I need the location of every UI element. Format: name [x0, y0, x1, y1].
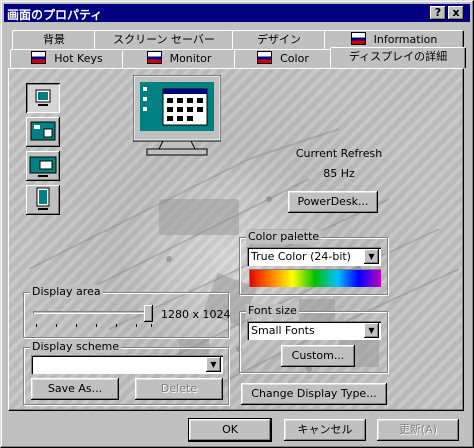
display-card-icon: [350, 32, 366, 45]
resolution-slider[interactable]: [31, 305, 155, 329]
monitor-small-icon: [35, 89, 51, 106]
font-size-value: Small Fonts: [251, 324, 315, 337]
display-scheme-select[interactable]: ▼: [31, 355, 223, 374]
resolution-value: 1280 x 1024: [161, 308, 231, 321]
delete-button[interactable]: Delete: [135, 378, 223, 400]
powerdesk-button[interactable]: PowerDesk...: [288, 191, 378, 213]
desktop-icon: [30, 121, 56, 141]
help-button[interactable]: ?: [430, 6, 446, 20]
title-bar[interactable]: 画面のプロパティ ? x: [4, 4, 470, 22]
tab-label: Monitor: [169, 52, 212, 65]
tab-design[interactable]: デザイン: [232, 30, 326, 49]
chevron-down-icon[interactable]: ▼: [364, 323, 379, 338]
cancel-button[interactable]: キャンセル: [284, 419, 366, 441]
tab-background[interactable]: 背景: [12, 30, 96, 49]
chevron-down-icon[interactable]: ▼: [206, 357, 221, 372]
tab-panel: Current Refresh 85 Hz PowerDesk... Color…: [8, 68, 464, 411]
save-as-button[interactable]: Save As...: [31, 378, 119, 400]
ok-button[interactable]: OK: [188, 418, 272, 442]
view-desktop-button[interactable]: [26, 117, 60, 147]
font-size-select[interactable]: Small Fonts ▼: [247, 321, 381, 340]
window-title: 画面のプロパティ: [7, 8, 103, 22]
slider-track: [33, 311, 153, 314]
change-display-type-button[interactable]: Change Display Type...: [241, 383, 387, 405]
tab-label: Information: [373, 33, 438, 46]
view-panning-button[interactable]: [26, 151, 60, 181]
color-palette-spectrum: [249, 269, 381, 287]
current-refresh-value: 85 Hz: [323, 167, 355, 180]
rotate-monitor-icon: [36, 187, 50, 210]
tab-label: Color: [280, 52, 309, 65]
color-palette-select[interactable]: True Color (24-bit) ▼: [247, 247, 381, 266]
display-scheme-legend: Display scheme: [30, 340, 122, 354]
display-card-icon: [257, 51, 273, 64]
apply-button[interactable]: 更新(A): [377, 419, 459, 441]
custom-font-button[interactable]: Custom...: [281, 345, 355, 367]
color-palette-value: True Color (24-bit): [251, 250, 351, 263]
display-card-icon: [146, 51, 162, 64]
font-size-legend: Font size: [246, 304, 299, 318]
tab-screensaver[interactable]: スクリーン セーバー: [94, 30, 234, 49]
tab-label: デザイン: [257, 33, 301, 46]
tab-label: 背景: [43, 33, 65, 46]
tab-monitor[interactable]: Monitor: [122, 49, 236, 68]
panning-icon: [29, 156, 57, 177]
monitor-preview: [133, 75, 221, 156]
color-palette-legend: Color palette: [246, 230, 322, 244]
tab-hotkeys[interactable]: Hot Keys: [10, 49, 124, 68]
slider-ticks: [36, 324, 152, 327]
tab-display-details[interactable]: ディスプレイの詳細: [330, 47, 466, 68]
view-general-button[interactable]: [26, 83, 60, 113]
tab-label: ディスプレイの詳細: [348, 50, 448, 63]
display-area-legend: Display area: [30, 285, 103, 299]
close-button[interactable]: x: [448, 6, 464, 20]
chevron-down-icon[interactable]: ▼: [364, 249, 379, 264]
tab-label: スクリーン セーバー: [113, 33, 215, 46]
slider-thumb[interactable]: [144, 305, 153, 322]
view-rotate-button[interactable]: [26, 185, 60, 215]
current-refresh-label: Current Refresh: [295, 147, 383, 160]
tab-label: Hot Keys: [54, 52, 103, 65]
display-card-icon: [31, 51, 47, 64]
tab-color[interactable]: Color: [234, 49, 332, 68]
